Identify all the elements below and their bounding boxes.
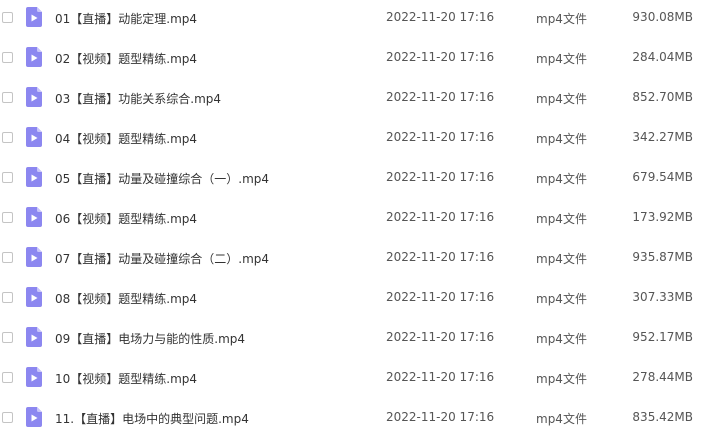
file-row[interactable]: 05【直播】动量及碰撞综合（一）.mp4 2022-11-20 17:16 mp… [0,159,705,199]
file-type: mp4文件 [536,92,587,106]
video-file-icon [26,207,42,227]
file-date: 2022-11-20 17:16 [386,50,495,64]
file-date: 2022-11-20 17:16 [386,210,495,224]
video-file-icon [26,167,42,187]
file-name[interactable]: 07【直播】动量及碰撞综合（二）.mp4 [55,250,269,267]
video-file-icon [26,327,42,347]
file-row[interactable]: 07【直播】动量及碰撞综合（二）.mp4 2022-11-20 17:16 mp… [0,239,705,279]
file-name[interactable]: 05【直播】动量及碰撞综合（一）.mp4 [55,170,269,187]
file-type: mp4文件 [536,172,587,186]
file-size: 173.92MB [632,210,693,224]
row-checkbox[interactable] [2,132,13,143]
file-type: mp4文件 [536,132,587,146]
video-file-icon [26,87,42,107]
file-row[interactable]: 02【视频】题型精练.mp4 2022-11-20 17:16 mp4文件 28… [0,39,705,79]
file-type: mp4文件 [536,252,587,266]
file-row[interactable]: 11.【直播】电场中的典型问题.mp4 2022-11-20 17:16 mp4… [0,399,705,439]
file-list: 01【直播】动能定理.mp4 2022-11-20 17:16 mp4文件 93… [0,0,705,433]
row-checkbox[interactable] [2,292,13,303]
file-row[interactable]: 06【视频】题型精练.mp4 2022-11-20 17:16 mp4文件 17… [0,199,705,239]
file-name[interactable]: 08【视频】题型精练.mp4 [55,290,197,307]
file-date: 2022-11-20 17:16 [386,10,495,24]
file-date: 2022-11-20 17:16 [386,250,495,264]
file-type: mp4文件 [536,52,587,66]
file-date: 2022-11-20 17:16 [386,370,495,384]
row-checkbox[interactable] [2,212,13,223]
file-size: 852.70MB [632,90,693,104]
file-row[interactable]: 08【视频】题型精练.mp4 2022-11-20 17:16 mp4文件 30… [0,279,705,319]
file-date: 2022-11-20 17:16 [386,410,495,424]
file-row[interactable]: 09【直播】电场力与能的性质.mp4 2022-11-20 17:16 mp4文… [0,319,705,359]
file-name[interactable]: 01【直播】动能定理.mp4 [55,10,197,27]
file-row[interactable]: 04【视频】题型精练.mp4 2022-11-20 17:16 mp4文件 34… [0,119,705,159]
file-name[interactable]: 09【直播】电场力与能的性质.mp4 [55,330,245,347]
row-checkbox[interactable] [2,12,13,23]
file-size: 278.44MB [632,370,693,384]
row-checkbox[interactable] [2,52,13,63]
file-size: 307.33MB [632,290,693,304]
row-checkbox[interactable] [2,372,13,383]
file-name[interactable]: 02【视频】题型精练.mp4 [55,50,197,67]
video-file-icon [26,47,42,67]
file-date: 2022-11-20 17:16 [386,90,495,104]
file-date: 2022-11-20 17:16 [386,330,495,344]
file-type: mp4文件 [536,412,587,426]
file-name[interactable]: 03【直播】功能关系综合.mp4 [55,90,221,107]
file-name[interactable]: 10【视频】题型精练.mp4 [55,370,197,387]
row-checkbox[interactable] [2,92,13,103]
row-checkbox[interactable] [2,332,13,343]
video-file-icon [26,7,42,27]
file-type: mp4文件 [536,292,587,306]
file-size: 952.17MB [632,330,693,344]
file-date: 2022-11-20 17:16 [386,290,495,304]
file-type: mp4文件 [536,212,587,226]
file-type: mp4文件 [536,12,587,26]
file-type: mp4文件 [536,372,587,386]
video-file-icon [26,367,42,387]
file-size: 342.27MB [632,130,693,144]
file-size: 284.04MB [632,50,693,64]
row-checkbox[interactable] [2,172,13,183]
video-file-icon [26,287,42,307]
file-size: 935.87MB [632,250,693,264]
video-file-icon [26,247,42,267]
file-name[interactable]: 11.【直播】电场中的典型问题.mp4 [55,410,249,427]
file-name[interactable]: 04【视频】题型精练.mp4 [55,130,197,147]
file-size: 930.08MB [632,10,693,24]
file-date: 2022-11-20 17:16 [386,130,495,144]
video-file-icon [26,127,42,147]
row-checkbox[interactable] [2,252,13,263]
file-row[interactable]: 01【直播】动能定理.mp4 2022-11-20 17:16 mp4文件 93… [0,0,705,39]
video-file-icon [26,407,42,427]
file-size: 679.54MB [632,170,693,184]
file-size: 835.42MB [632,410,693,424]
file-type: mp4文件 [536,332,587,346]
file-row[interactable]: 03【直播】功能关系综合.mp4 2022-11-20 17:16 mp4文件 … [0,79,705,119]
file-row[interactable]: 10【视频】题型精练.mp4 2022-11-20 17:16 mp4文件 27… [0,359,705,399]
file-date: 2022-11-20 17:16 [386,170,495,184]
file-name[interactable]: 06【视频】题型精练.mp4 [55,210,197,227]
row-checkbox[interactable] [2,412,13,423]
